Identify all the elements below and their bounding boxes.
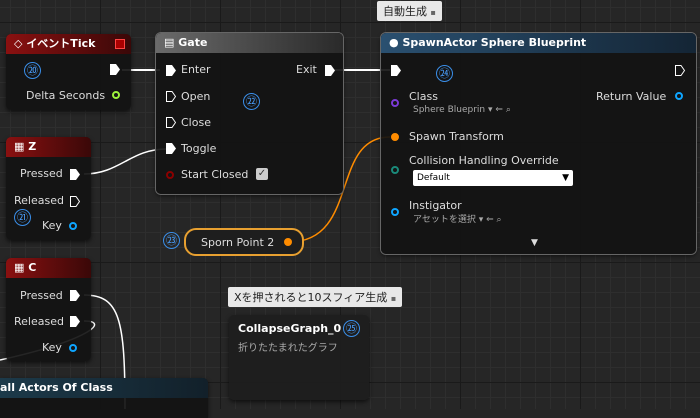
node-title: CollapseGraph_0	[238, 322, 342, 335]
class-value: Sphere Blueprin	[413, 105, 486, 115]
number-badge: ㉕	[343, 320, 360, 337]
event-tick-node[interactable]: ◇ イベントTick ⑳ Delta Seconds	[6, 34, 131, 110]
exec-in-pin[interactable]	[391, 65, 401, 76]
class-pin[interactable]	[391, 99, 399, 107]
collision-value: Default	[417, 173, 450, 183]
number-badge: ㉓	[163, 232, 180, 249]
gate-icon: ▤	[164, 36, 175, 49]
node-title: all Actors Of Class	[0, 381, 113, 394]
dropdown-arrow-icon: ▼	[562, 173, 569, 183]
spawn-actor-node[interactable]: ● SpawnActor Sphere Blueprint ㉔ Class Sp…	[381, 33, 696, 254]
dropdown-arrow-icon: ▾	[487, 105, 493, 115]
key-pin[interactable]	[69, 344, 77, 352]
node-title: Z	[28, 140, 37, 153]
class-label: Class	[409, 90, 438, 103]
key-label: Key	[42, 341, 62, 354]
expand-arrow-icon[interactable]: ▼	[531, 238, 538, 248]
pin-icon: ▪	[390, 294, 397, 303]
exec-out-pin[interactable]	[110, 64, 120, 75]
close-pin[interactable]	[166, 117, 176, 128]
released-pin[interactable]	[70, 316, 80, 327]
start-closed-checkbox[interactable]: ✓	[256, 168, 268, 180]
exit-pin[interactable]	[325, 65, 335, 76]
keyboard-icon: ▦	[14, 261, 25, 274]
get-all-actors-node[interactable]: all Actors Of Class	[0, 378, 208, 418]
number-badge: ⑳	[24, 62, 41, 79]
dropdown-arrow-icon: ▾	[478, 215, 484, 225]
collapse-graph-node[interactable]: CollapseGraph_0 ㉕ 折りたたまれたグラフ	[229, 315, 369, 400]
pressed-label: Pressed	[20, 167, 63, 180]
exit-label: Exit	[296, 63, 317, 76]
return-value-label: Return Value	[596, 90, 667, 103]
browse-icon[interactable]: ⇐	[486, 215, 494, 225]
collision-pin[interactable]	[391, 166, 399, 174]
return-value-pin[interactable]	[675, 92, 683, 100]
open-pin[interactable]	[166, 91, 176, 102]
comment-text: Xを押されると10スフィア生成	[234, 291, 388, 304]
key-label: Key	[42, 219, 62, 232]
toggle-label: Toggle	[181, 142, 217, 155]
spawn-transform-pin[interactable]	[391, 133, 399, 141]
sporn-point-variable[interactable]: Sporn Point 2	[184, 228, 304, 256]
node-header[interactable]: all Actors Of Class	[0, 378, 208, 398]
start-closed-pin[interactable]	[166, 171, 174, 179]
gate-node[interactable]: ▤ Gate Enter Exit Open ㉒ Close Toggle St…	[156, 33, 343, 194]
event-diamond-icon: ◇	[14, 37, 23, 50]
open-label: Open	[181, 90, 211, 103]
variable-pin[interactable]	[284, 238, 292, 246]
key-pin[interactable]	[69, 222, 77, 230]
collision-label: Collision Handling Override	[409, 154, 559, 167]
collision-dropdown[interactable]: Default ▼	[413, 170, 573, 186]
number-badge: ㉔	[436, 65, 453, 82]
released-pin[interactable]	[70, 196, 80, 207]
node-title: C	[28, 261, 37, 274]
enter-label: Enter	[181, 63, 211, 76]
search-icon[interactable]: ⌕	[497, 215, 502, 225]
node-title: SpawnActor Sphere Blueprint	[402, 36, 587, 49]
toggle-pin[interactable]	[166, 143, 176, 154]
keyboard-icon: ▦	[14, 140, 25, 153]
node-subtitle: 折りたたまれたグラフ	[238, 343, 338, 354]
stop-icon	[115, 39, 125, 49]
search-icon[interactable]: ⌕	[506, 105, 511, 115]
close-label: Close	[181, 116, 211, 129]
pin-icon: ▪	[430, 8, 436, 17]
node-header[interactable]: ▦ Z	[6, 137, 91, 157]
pressed-pin[interactable]	[70, 169, 80, 180]
node-title: Gate	[178, 36, 208, 49]
key-z-node[interactable]: ▦ Z Pressed Released ㉑ Key	[6, 137, 91, 240]
comment-x-press[interactable]: Xを押されると10スフィア生成 ▪	[228, 287, 403, 307]
delta-seconds-pin[interactable]	[112, 91, 120, 99]
enter-pin[interactable]	[166, 65, 176, 76]
class-combo[interactable]: Sphere Blueprin ▾ ⇐ ⌕	[413, 103, 511, 117]
node-header[interactable]: ◇ イベントTick	[6, 34, 131, 54]
spawn-transform-label: Spawn Transform	[409, 130, 504, 143]
comment-auto-generate[interactable]: 自動生成 ▪	[377, 1, 442, 21]
browse-icon[interactable]: ⇐	[495, 105, 503, 115]
node-title: イベントTick	[26, 37, 96, 50]
exec-out-pin[interactable]	[675, 65, 685, 76]
key-c-node[interactable]: ▦ C Pressed Released Key	[6, 258, 91, 361]
number-badge: ㉑	[14, 209, 31, 226]
instigator-pin[interactable]	[391, 208, 399, 216]
pressed-pin[interactable]	[70, 290, 80, 301]
exec-wire-z-toggle	[83, 148, 168, 175]
node-header[interactable]: ● SpawnActor Sphere Blueprint	[381, 33, 696, 53]
number-badge: ㉒	[243, 93, 260, 110]
comment-text: 自動生成	[383, 5, 427, 18]
node-header[interactable]: ▦ C	[6, 258, 91, 278]
instigator-label: Instigator	[409, 199, 462, 212]
node-header[interactable]: ▤ Gate	[156, 33, 343, 53]
released-label: Released	[14, 315, 64, 328]
instigator-combo[interactable]: アセットを選択 ▾ ⇐ ⌕	[413, 213, 502, 227]
released-label: Released	[14, 194, 64, 207]
variable-label: Sporn Point 2	[201, 236, 275, 249]
start-closed-label: Start Closed	[181, 168, 249, 181]
pressed-label: Pressed	[20, 289, 63, 302]
spawn-sphere-icon: ●	[389, 36, 399, 49]
instigator-value: アセットを選択	[413, 215, 476, 225]
delta-seconds-label: Delta Seconds	[26, 89, 106, 102]
